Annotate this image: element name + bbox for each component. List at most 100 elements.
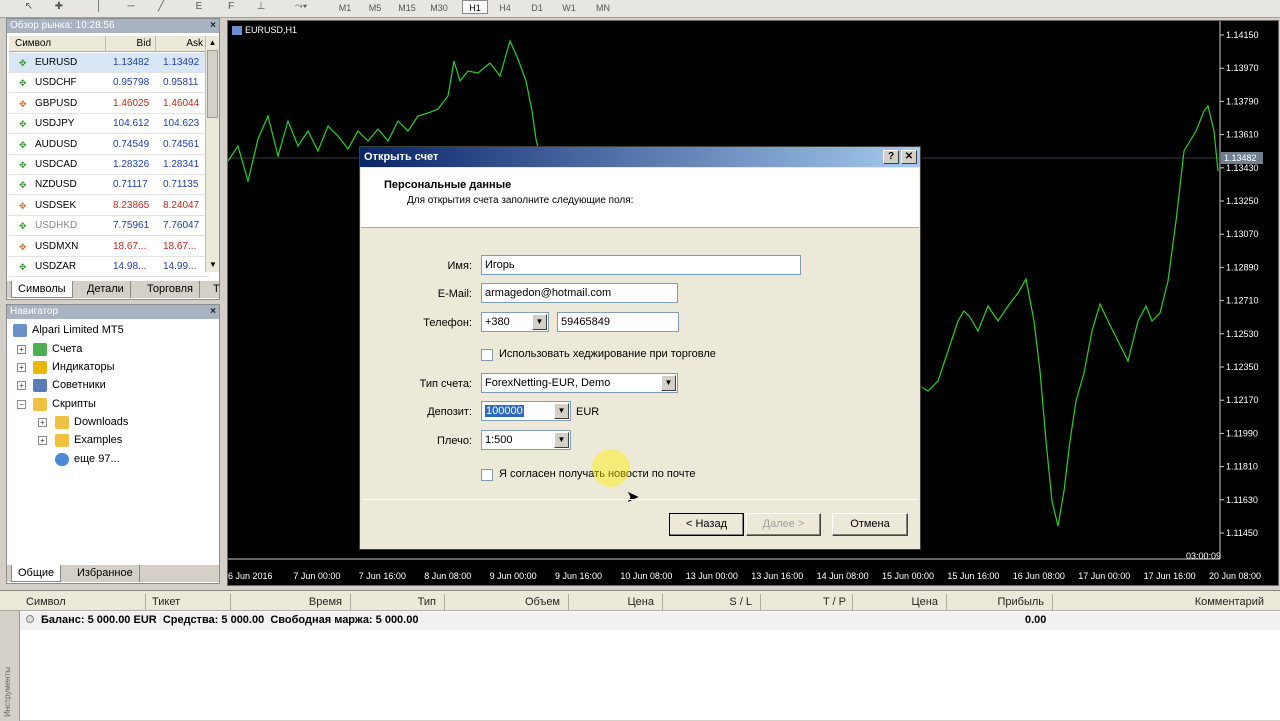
navigator-subitem-downloads[interactable]: Downloads (55, 413, 128, 431)
navigator-item-experts[interactable]: Советники (33, 376, 106, 394)
chevron-down-icon[interactable]: ▼ (532, 314, 547, 330)
symbol-name: NZDUSD (35, 179, 77, 191)
market-watch-row[interactable]: ✥ USDHKD 7.75961 7.76047 (9, 216, 209, 237)
name-label: Имя: (447, 260, 472, 272)
terminal-col[interactable]: Время (230, 594, 348, 610)
terminal-col[interactable]: Комментарий (1052, 594, 1270, 610)
vertical-line-icon[interactable]: │ (90, 0, 108, 14)
current-price-label: 1.13482 (1224, 153, 1257, 163)
navigator-item-scripts[interactable]: Скрипты (33, 395, 96, 413)
navigator-item-label: Индикаторы (52, 361, 115, 373)
phone-code-select[interactable]: +380 ▼ (481, 312, 549, 332)
timeframe-mn[interactable]: MN (590, 0, 616, 14)
navigator-item-accounts[interactable]: Счета (33, 340, 82, 358)
leverage-select[interactable]: 1:500 ▼ (481, 430, 571, 450)
market-watch-row[interactable]: ✥ NZDUSD 0.71117 0.71135 (9, 175, 209, 196)
terminal-col[interactable]: T / P (760, 594, 852, 610)
col-symbol[interactable]: Символ (15, 36, 51, 52)
timeframe-d1[interactable]: D1 (524, 0, 550, 14)
terminal-col[interactable]: S / L (662, 594, 758, 610)
price-label: 1.13610 (1226, 130, 1259, 140)
next-button[interactable]: Далее > (746, 513, 821, 536)
tab-favorites[interactable]: Избранное (71, 565, 140, 582)
phone-label: Телефон: (423, 317, 472, 329)
timeframe-m1[interactable]: M1 (332, 0, 358, 14)
expand-icon[interactable]: + (17, 345, 26, 354)
terminal-col[interactable]: Тикет (145, 594, 227, 610)
tab-common[interactable]: Общие (11, 565, 62, 582)
expand-icon[interactable]: + (38, 436, 47, 445)
tab-symbols[interactable]: Символы (11, 281, 73, 298)
timeframe-m15[interactable]: M15 (394, 0, 420, 14)
chevron-down-icon[interactable]: ▼ (661, 375, 676, 391)
market-watch-row[interactable]: ✥ USDJPY 104.612 104.623 (9, 114, 209, 135)
timeframe-w1[interactable]: W1 (556, 0, 582, 14)
expand-icon[interactable]: + (17, 363, 26, 372)
terminal-col[interactable]: Прибыль (946, 594, 1050, 610)
chevron-down-icon[interactable]: ▼ (554, 432, 569, 448)
phone-code-value: +380 (485, 316, 510, 328)
market-watch-row[interactable]: ✥ AUDUSD 0.74549 0.74561 (9, 135, 209, 155)
balance-row[interactable]: Баланс: 5 000.00 EUR Средства: 5 000.00 … (20, 612, 1280, 630)
timeframe-h1[interactable]: H1 (462, 0, 488, 14)
phone-input[interactable]: 59465849 (557, 312, 679, 332)
market-watch-row[interactable]: ✥ EURUSD 1.13482 1.13492 (9, 53, 209, 73)
market-watch-row[interactable]: ✥ GBPUSD 1.46025 1.46044 (9, 94, 209, 114)
navigator-subitem-more[interactable]: еще 97... (55, 450, 120, 468)
hedging-checkbox[interactable] (481, 349, 493, 361)
horizontal-line-icon[interactable]: ─ (122, 0, 140, 14)
col-bid[interactable]: Bid (105, 36, 155, 52)
scroll-thumb[interactable] (207, 50, 218, 118)
text-icon[interactable]: ⊥ (252, 0, 270, 14)
timeframe-h4[interactable]: H4 (492, 0, 518, 14)
close-icon[interactable]: × (210, 305, 216, 319)
close-button[interactable]: ✕ (901, 150, 917, 164)
down-arrow-icon: ✥ (19, 98, 27, 109)
timeframe-m30[interactable]: M30 (426, 0, 452, 14)
terminal-col[interactable]: Символ (20, 594, 140, 610)
tab-trading[interactable]: Торговля (141, 281, 200, 298)
close-icon[interactable]: × (210, 19, 216, 33)
terminal-col[interactable]: Объем (444, 594, 566, 610)
symbol-name: USDZAR (35, 261, 77, 272)
crosshair-icon[interactable]: ✚ (50, 0, 68, 14)
col-ask[interactable]: Ask (155, 36, 207, 52)
cursor-icon[interactable]: ↖ (20, 0, 38, 14)
collapse-icon[interactable]: − (17, 400, 26, 409)
terminal-col[interactable]: Тип (350, 594, 442, 610)
market-watch-row[interactable]: ✥ USDSEK 8.23865 8.24047 (9, 196, 209, 216)
equidistant-icon[interactable]: E (190, 0, 208, 14)
name-input[interactable]: Игорь (481, 255, 801, 275)
market-watch-row[interactable]: ✥ USDCAD 1.28326 1.28341 (9, 155, 209, 175)
account-type-select[interactable]: ForexNetting-EUR, Demo ▼ (481, 373, 678, 393)
market-watch-row[interactable]: ✥ USDMXN 18.67... 18.67... (9, 237, 209, 257)
help-button[interactable]: ? (883, 150, 899, 164)
market-watch-scrollbar[interactable]: ▲ ▼ (205, 36, 219, 272)
email-input[interactable]: armagedon@hotmail.com (481, 283, 678, 303)
chevron-down-icon[interactable]: ▼ (554, 403, 569, 419)
hedging-label: Использовать хеджирование при торговле (499, 348, 716, 360)
terminal-col[interactable]: Цена (852, 594, 944, 610)
back-button[interactable]: < Назад (669, 513, 744, 536)
navigator-title-text: Навигатор (10, 306, 59, 317)
expand-icon[interactable]: + (17, 381, 26, 390)
deposit-select[interactable]: 100000 ▼ (481, 401, 571, 421)
news-checkbox[interactable] (481, 469, 493, 481)
market-watch-row[interactable]: ✥ USDCHF 0.95798 0.95811 (9, 73, 209, 94)
fibo-icon[interactable]: F (222, 0, 240, 14)
toolbar: ↖ ✚ │ ─ ╱ E F ⊥ ⤳▾ M1 M5 M15 M30 H1 H4 D1 W1 MN (0, 0, 1280, 18)
tab-details[interactable]: Детали (81, 281, 131, 298)
terminal-col[interactable]: Цена (568, 594, 660, 610)
navigator-tabs: Общие Избранное (7, 565, 219, 582)
shapes-dropdown-icon[interactable]: ⤳▾ (284, 0, 318, 14)
navigator-item-indicators[interactable]: Индикаторы (33, 358, 115, 376)
navigator-root[interactable]: Alpari Limited MT5 (13, 321, 124, 339)
market-watch-row[interactable]: ✥ USDZAR 14.98... 14.99... (9, 257, 209, 277)
ask-value: 18.67... (163, 240, 197, 252)
timeframe-m5[interactable]: M5 (362, 0, 388, 14)
tab-ticks[interactable]: Т (207, 281, 226, 298)
expand-icon[interactable]: + (38, 418, 47, 427)
cancel-button[interactable]: Отмена (832, 513, 908, 536)
navigator-subitem-examples[interactable]: Examples (55, 431, 122, 449)
trendline-icon[interactable]: ╱ (152, 0, 170, 14)
